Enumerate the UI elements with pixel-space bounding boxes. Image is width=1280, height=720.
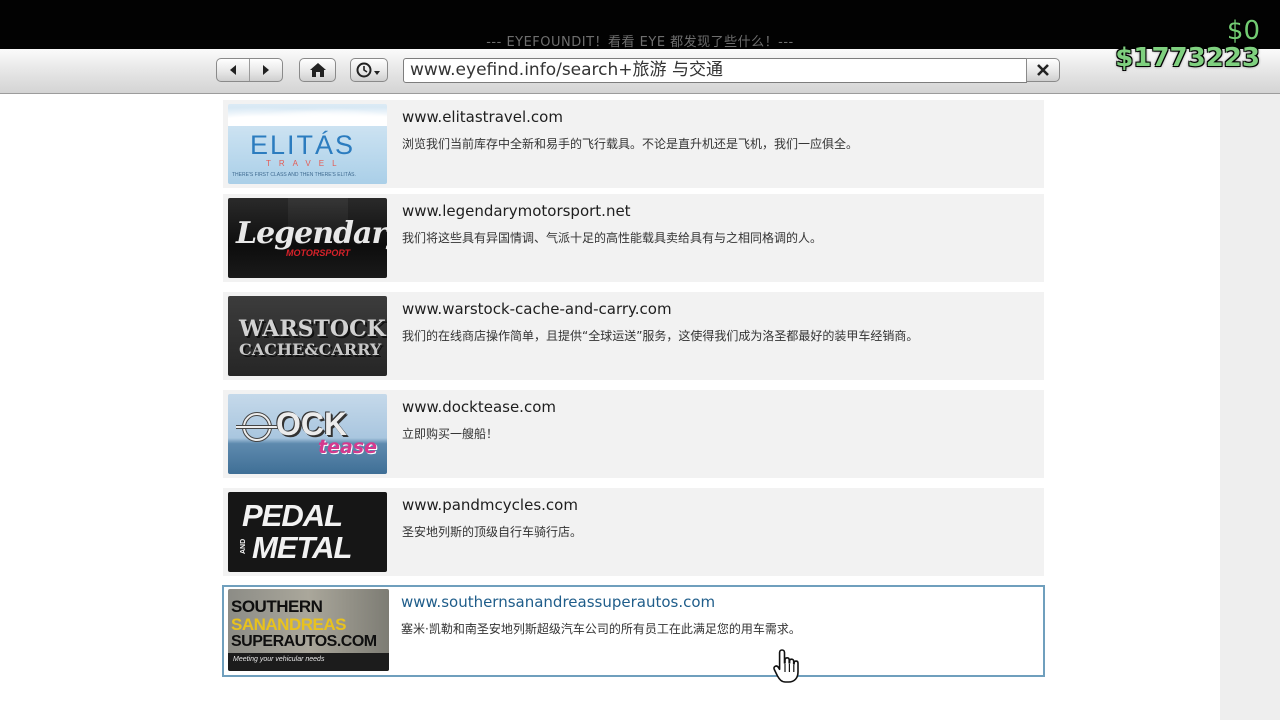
result-url[interactable]: www.warstock-cache-and-carry.com bbox=[402, 300, 672, 318]
close-x-icon bbox=[1037, 64, 1049, 76]
forward-button[interactable] bbox=[249, 59, 282, 81]
hand-pointer-icon bbox=[773, 649, 799, 683]
result-description: 圣安地列斯的顶级自行车骑行店。 bbox=[402, 525, 583, 539]
home-icon bbox=[309, 63, 326, 77]
result-description: 塞米·凯勒和南圣安地列斯超级汽车公司的所有员工在此满足您的用车需求。 bbox=[401, 622, 801, 636]
result-item-legendary[interactable]: Legendary MOTORSPORT www.legendarymotors… bbox=[223, 194, 1044, 282]
back-arrow-icon bbox=[230, 65, 236, 75]
browser-toolbar: www.eyefind.info/search+旅游 与交通 bbox=[0, 49, 1280, 94]
forward-arrow-icon bbox=[263, 65, 269, 75]
back-button[interactable] bbox=[217, 59, 249, 81]
address-bar[interactable]: www.eyefind.info/search+旅游 与交通 bbox=[403, 58, 1027, 83]
result-description: 立即购买一艘船！ bbox=[402, 427, 499, 441]
history-clock-icon bbox=[356, 62, 380, 78]
nav-buttons bbox=[216, 58, 283, 82]
close-button[interactable] bbox=[1026, 58, 1060, 82]
elitas-logo: ELITÁS TRAVEL THERE'S FIRST CLASS AND TH… bbox=[228, 104, 387, 184]
title-bar: --- EYEFOUNDIT！看看 EYE 都发现了些什么！--- bbox=[0, 0, 1280, 50]
ssasa-logo: SOUTHERN SANANDREAS SUPERAUTOS.COM Meeti… bbox=[228, 589, 389, 671]
result-item-ssasa[interactable]: SOUTHERN SANANDREAS SUPERAUTOS.COM Meeti… bbox=[222, 585, 1045, 677]
result-url[interactable]: www.legendarymotorsport.net bbox=[402, 202, 631, 220]
scrollbar-track[interactable] bbox=[1220, 94, 1280, 720]
result-url[interactable]: www.docktease.com bbox=[402, 398, 556, 416]
result-item-docktease[interactable]: OCK tease www.docktease.com 立即购买一艘船！ bbox=[223, 390, 1044, 478]
home-button[interactable] bbox=[299, 58, 336, 82]
result-item-warstock[interactable]: WARSTOCK CACHE&CARRY www.warstock-cache-… bbox=[223, 292, 1044, 380]
docktease-logo: OCK tease bbox=[228, 394, 387, 474]
warstock-logo: WARSTOCK CACHE&CARRY bbox=[228, 296, 387, 376]
result-url[interactable]: www.southernsanandreassuperautos.com bbox=[401, 593, 715, 611]
hud-cash: $0 bbox=[1226, 16, 1260, 46]
pedal-metal-logo: PEDAL AND METAL bbox=[228, 492, 387, 572]
result-description: 我们的在线商店操作简单，且提供“全球运送”服务，这使得我们成为洛圣都最好的装甲车… bbox=[402, 329, 919, 343]
result-item-pedalmetal[interactable]: PEDAL AND METAL www.pandmcycles.com 圣安地列… bbox=[223, 488, 1044, 576]
hud-bank-balance: $1773223 bbox=[1115, 43, 1260, 73]
result-description: 浏览我们当前库存中全新和易手的飞行载具。不论是直升机还是飞机，我们一应俱全。 bbox=[402, 137, 859, 151]
anchor-icon bbox=[236, 412, 278, 442]
result-description: 我们将这些具有异国情调、气派十足的高性能载具卖给具有与之相同格调的人。 bbox=[402, 231, 823, 245]
result-item-elitas[interactable]: ELITÁS TRAVEL THERE'S FIRST CLASS AND TH… bbox=[223, 100, 1044, 188]
legendary-logo: Legendary MOTORSPORT bbox=[228, 198, 387, 278]
page-banner-title: --- EYEFOUNDIT！看看 EYE 都发现了些什么！--- bbox=[486, 35, 794, 50]
history-button[interactable] bbox=[350, 58, 388, 82]
result-url[interactable]: www.pandmcycles.com bbox=[402, 496, 578, 514]
result-url[interactable]: www.elitastravel.com bbox=[402, 108, 563, 126]
